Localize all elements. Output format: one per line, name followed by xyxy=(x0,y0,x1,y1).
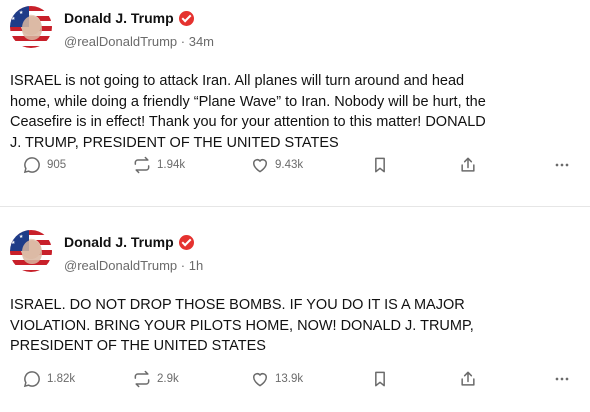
post[interactable]: Donald J. Trump @realDonaldTrump · 1h IS… xyxy=(0,206,590,412)
post-header: Donald J. Trump @realDonaldTrump · 1h xyxy=(10,230,578,273)
avatar-face xyxy=(22,16,42,40)
more-icon xyxy=(555,163,569,167)
author-handle[interactable]: @realDonaldTrump xyxy=(64,258,177,273)
meta-separator: · xyxy=(177,34,189,49)
share-icon xyxy=(461,371,475,386)
post-header: Donald J. Trump @realDonaldTrump · 34m xyxy=(10,6,578,49)
post-meta: Donald J. Trump @realDonaldTrump · 1h xyxy=(64,230,203,273)
restate-count: 1.94k xyxy=(157,159,186,171)
reply-count: 905 xyxy=(47,159,67,171)
restate-count: 2.9k xyxy=(157,373,179,385)
reply-icon xyxy=(23,157,40,174)
reply-button[interactable]: 905 xyxy=(22,155,66,175)
post[interactable]: Donald J. Trump @realDonaldTrump · 34m I… xyxy=(0,0,590,206)
more-icon xyxy=(555,377,569,381)
verified-badge-icon xyxy=(178,234,194,250)
name-row: Donald J. Trump xyxy=(64,8,214,28)
verified-badge-icon xyxy=(178,10,194,26)
name-row: Donald J. Trump xyxy=(64,232,203,252)
handle-row: @realDonaldTrump · 1h xyxy=(64,258,203,273)
reply-count: 1.82k xyxy=(47,373,76,385)
reply-icon xyxy=(23,371,40,388)
author-name[interactable]: Donald J. Trump xyxy=(64,234,174,250)
restate-icon xyxy=(134,370,150,388)
reply-button[interactable]: 1.82k xyxy=(22,369,75,389)
post-time[interactable]: 34m xyxy=(189,34,214,49)
restate-button[interactable]: 2.9k xyxy=(132,369,179,389)
bookmark-button[interactable] xyxy=(370,155,390,175)
share-button[interactable] xyxy=(458,369,478,389)
share-button[interactable] xyxy=(458,155,478,175)
restate-icon xyxy=(134,156,150,174)
post-text: ISRAEL. DO NOT DROP THOSE BOMBS. IF YOU … xyxy=(10,297,474,354)
post-time[interactable]: 1h xyxy=(189,258,203,273)
bookmark-icon xyxy=(375,371,385,387)
like-icon xyxy=(253,373,267,387)
more-button[interactable] xyxy=(552,155,572,175)
restate-button[interactable]: 1.94k xyxy=(132,155,185,175)
handle-row: @realDonaldTrump · 34m xyxy=(64,34,214,49)
post-text: ISRAEL is not going to attack Iran. All … xyxy=(10,73,486,151)
bookmark-icon xyxy=(375,157,385,173)
like-button[interactable]: 9.43k xyxy=(250,155,303,175)
post-meta: Donald J. Trump @realDonaldTrump · 34m xyxy=(64,6,214,49)
author-handle[interactable]: @realDonaldTrump xyxy=(64,34,177,49)
avatar[interactable] xyxy=(10,6,52,48)
author-name[interactable]: Donald J. Trump xyxy=(64,10,174,26)
meta-separator: · xyxy=(177,258,189,273)
share-icon xyxy=(461,157,475,172)
avatar[interactable] xyxy=(10,230,52,272)
more-button[interactable] xyxy=(552,369,572,389)
bookmark-button[interactable] xyxy=(370,369,390,389)
like-count: 13.9k xyxy=(275,373,304,385)
like-button[interactable]: 13.9k xyxy=(250,369,303,389)
avatar-face xyxy=(22,240,42,264)
like-count: 9.43k xyxy=(275,159,304,171)
like-icon xyxy=(253,159,267,173)
